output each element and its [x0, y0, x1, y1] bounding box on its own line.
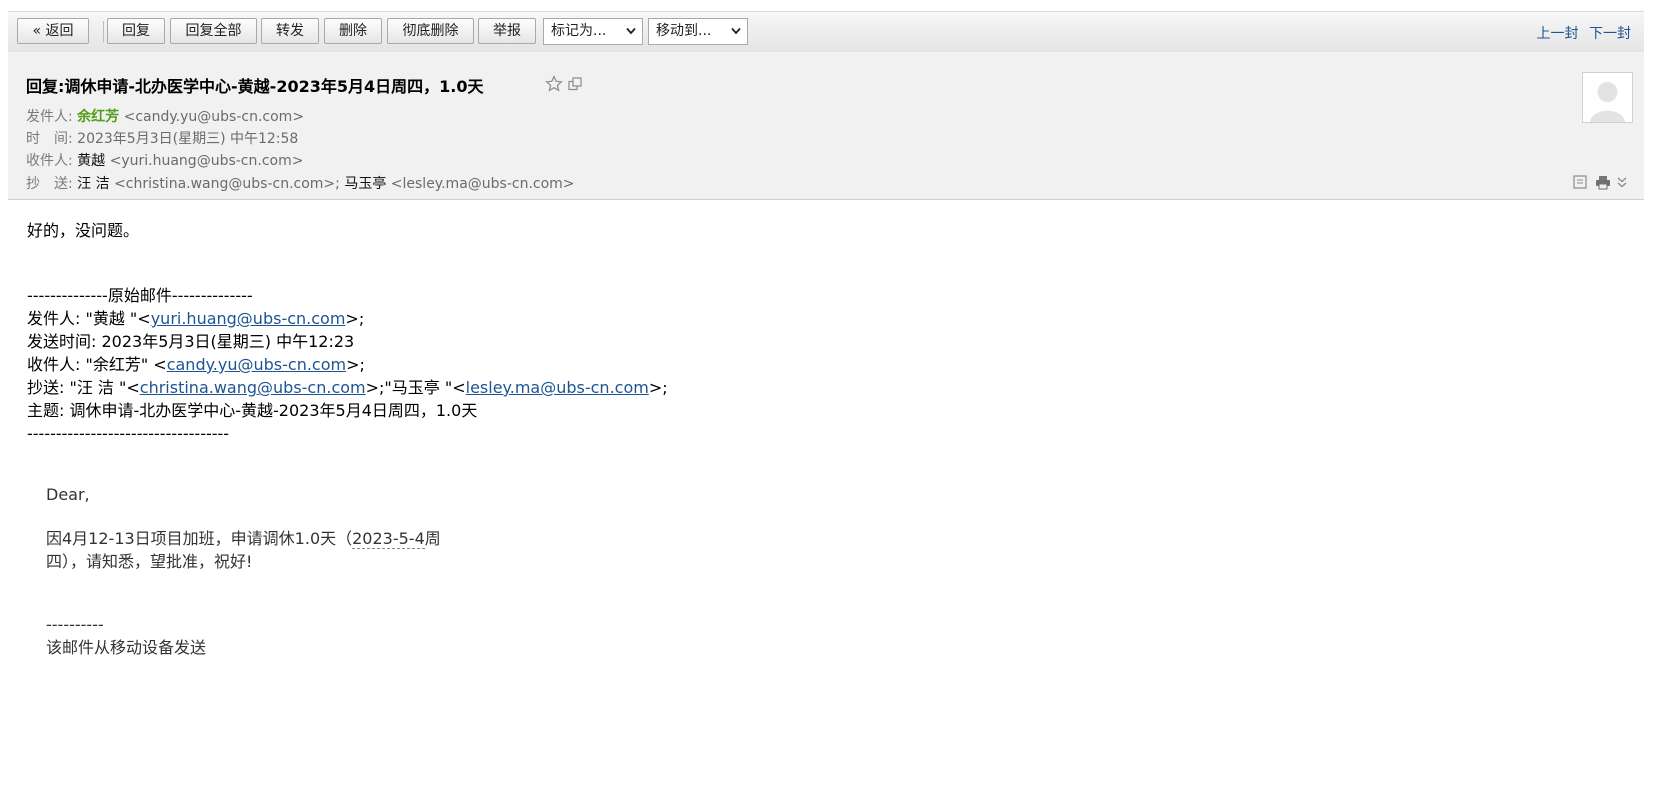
default-avatar-icon — [1590, 82, 1625, 122]
toolbar-divider — [103, 21, 104, 42]
cc-name-2[interactable]: 马玉亭 — [344, 176, 386, 192]
delete-button[interactable]: 删除 — [324, 18, 382, 44]
open-new-window-icon[interactable] — [568, 77, 582, 91]
time-label: 时 间: — [26, 131, 73, 147]
quoted-message: Dear, 因4月12-13日项目加班，申请调休1.0天（2023-5-4周 四… — [46, 483, 441, 659]
original-cc-line: 抄送: "汪 洁 "<christina.wang@ubs-cn.com>;"马… — [27, 378, 668, 397]
print-icon[interactable] — [1595, 175, 1611, 190]
prev-mail-link[interactable]: 上一封 — [1537, 26, 1579, 42]
report-button[interactable]: 举报 — [478, 18, 536, 44]
forward-button[interactable]: 转发 — [261, 18, 319, 44]
original-from-line: 发件人: "黄越 "<yuri.huang@ubs-cn.com>; — [27, 309, 365, 328]
next-mail-link[interactable]: 下一封 — [1589, 26, 1631, 42]
original-time-line: 发送时间: 2023年5月3日(星期三) 中午12:23 — [27, 332, 355, 351]
recipient-email: <yuri.huang@ubs-cn.com> — [109, 153, 304, 169]
mail-nav-links: 上一封 下一封 — [1531, 23, 1631, 43]
original-to-line: 收件人: "余红芳" <candy.yu@ubs-cn.com>; — [27, 355, 365, 374]
quote-date[interactable]: 2023-5-4 — [352, 529, 425, 549]
original-from-email-link[interactable]: yuri.huang@ubs-cn.com — [151, 309, 346, 328]
star-icon[interactable] — [545, 75, 563, 93]
mail-toolbar: « 返回 回复 回复全部 转发 删除 彻底删除 举报 标记为... 移动到...… — [8, 11, 1644, 53]
cc-email-1: <christina.wang@ubs-cn.com>; — [114, 176, 340, 192]
note-icon[interactable] — [1573, 175, 1587, 189]
signature-divider: ---------- — [46, 615, 104, 634]
cc-name-1[interactable]: 汪 洁 — [77, 176, 109, 192]
quote-line-1: 因4月12-13日项目加班，申请调休1.0天（2023-5-4周 — [46, 529, 441, 549]
back-button[interactable]: « 返回 — [17, 18, 89, 44]
cc-label: 抄 送: — [26, 176, 73, 192]
to-row: 收件人: 黄越 <yuri.huang@ubs-cn.com> — [26, 150, 303, 170]
mail-body: 好的，没问题。 --------------原始邮件--------------… — [27, 219, 668, 445]
move-to-label: 移动到... — [656, 23, 712, 39]
reply-all-button[interactable]: 回复全部 — [170, 18, 257, 44]
original-cc-email-link-2[interactable]: lesley.ma@ubs-cn.com — [466, 378, 649, 397]
cc-email-2: <lesley.ma@ubs-cn.com> — [390, 176, 575, 192]
mark-as-dropdown[interactable]: 标记为... — [543, 18, 643, 45]
original-to-email-link[interactable]: candy.yu@ubs-cn.com — [167, 355, 346, 374]
mail-header: 回复:调休申请-北办医学中心-黄越-2023年5月4日周四，1.0天 发件人: … — [8, 52, 1644, 200]
time-value: 2023年5月3日(星期三) 中午12:58 — [77, 131, 299, 147]
mail-subject: 回复:调休申请-北办医学中心-黄越-2023年5月4日周四，1.0天 — [26, 77, 484, 96]
reply-text: 好的，没问题。 — [27, 221, 140, 240]
sender-email: <candy.yu@ubs-cn.com> — [123, 109, 305, 125]
quote-line-2: 四），请知悉，望批准，祝好! — [46, 552, 253, 571]
signature-text: 该邮件从移动设备发送 — [46, 638, 207, 657]
avatar — [1582, 72, 1633, 123]
mark-as-label: 标记为... — [551, 23, 607, 39]
chevron-down-icon — [626, 27, 636, 35]
sender-name[interactable]: 余红芳 — [77, 109, 119, 125]
from-row: 发件人: 余红芳 <candy.yu@ubs-cn.com> — [26, 106, 304, 126]
chevron-down-icon — [731, 27, 741, 35]
quote-greeting: Dear, — [46, 485, 90, 504]
to-label: 收件人: — [26, 153, 73, 169]
original-cc-email-link-1[interactable]: christina.wang@ubs-cn.com — [140, 378, 366, 397]
recipient-name[interactable]: 黄越 — [77, 153, 105, 169]
original-end-divider: ----------------------------------- — [27, 424, 230, 443]
original-mail-divider: --------------原始邮件-------------- — [27, 286, 253, 305]
time-row: 时 间: 2023年5月3日(星期三) 中午12:58 — [26, 128, 298, 148]
expand-more-icon[interactable] — [1617, 176, 1627, 188]
from-label: 发件人: — [26, 109, 73, 125]
move-to-dropdown[interactable]: 移动到... — [648, 18, 748, 45]
permanent-delete-button[interactable]: 彻底删除 — [387, 18, 474, 44]
original-subject-line: 主题: 调休申请-北办医学中心-黄越-2023年5月4日周四，1.0天 — [27, 401, 478, 420]
reply-button[interactable]: 回复 — [107, 18, 165, 44]
cc-row: 抄 送: 汪 洁 <christina.wang@ubs-cn.com>; 马玉… — [26, 173, 575, 193]
